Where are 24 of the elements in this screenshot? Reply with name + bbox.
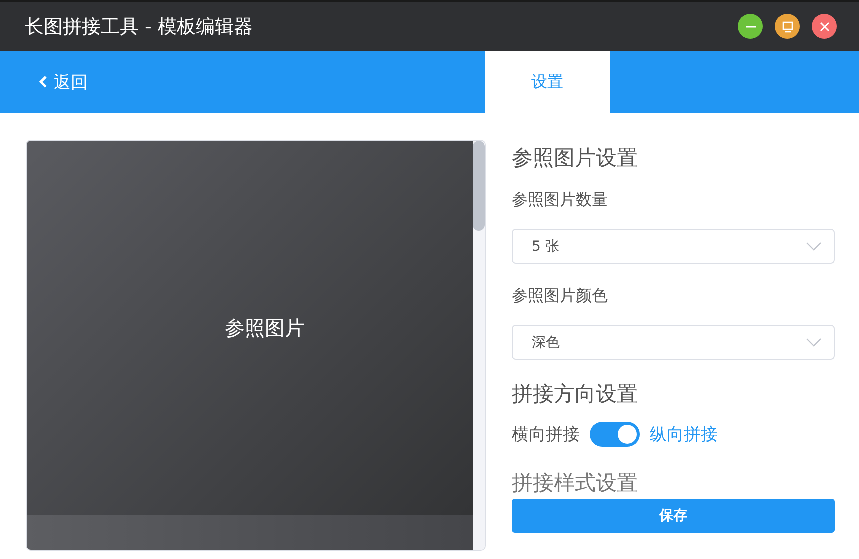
field-label: 参照图片颜色 [512,286,609,307]
back-button[interactable]: 返回 [0,67,485,97]
window-title: 长图拼接工具 - 模板编辑器 [25,14,253,40]
toggle-label: 横向拼接 [512,424,580,446]
save-button[interactable]: 保存 [512,499,835,533]
direction-toggle[interactable] [590,422,640,447]
settings-tab[interactable]: 设置 [485,51,610,113]
minimize-button[interactable] [738,14,763,39]
scrollbar-thumb[interactable] [473,141,485,231]
preview-label: 参照图片 [225,314,305,342]
select-field[interactable]: 深色 [512,325,835,360]
close-icon [818,20,830,32]
section-heading: 参照图片设置 [512,145,639,172]
close-button[interactable] [812,14,837,39]
select-field[interactable]: 5 张 [512,229,835,264]
field-label: 参照图片数量 [512,190,609,211]
maximize-button[interactable] [775,14,800,39]
chevron-down-icon [806,338,822,348]
section-heading: 拼接方向设置 [512,381,639,408]
toggle-label: 纵向拼接 [650,424,718,446]
chevron-down-icon [806,242,822,252]
chevron-left-icon [38,75,48,89]
monitor-icon [782,20,794,32]
section-heading: 拼接样式设置 [512,470,639,497]
